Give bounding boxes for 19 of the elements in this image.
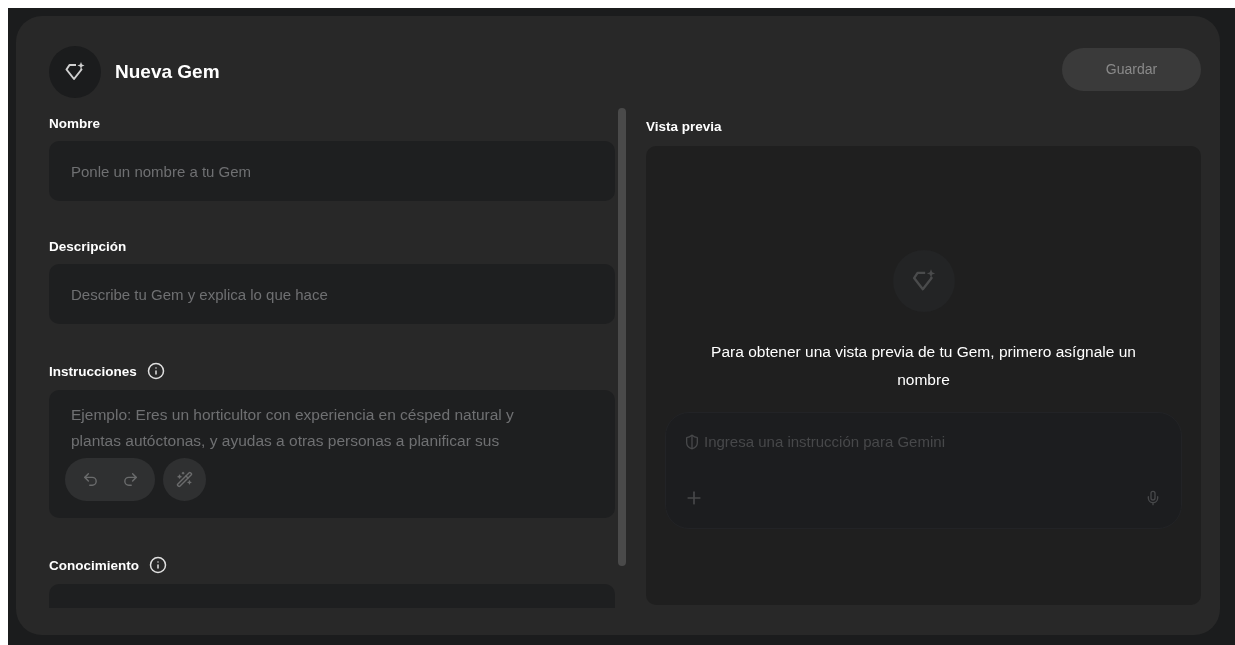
- preview-label: Vista previa: [646, 118, 722, 134]
- magic-wand-button[interactable]: [163, 458, 206, 501]
- info-icon[interactable]: [149, 556, 167, 574]
- instructions-field[interactable]: Ejemplo: Eres un horticultor con experiencia en césped natural y plantas autóctonas, y ayudas a otras personas a planificar sus: [49, 390, 615, 518]
- page-title: Nueva Gem: [115, 61, 220, 83]
- text-field[interactable]: Describe tu Gem y explica lo que hace: [49, 264, 615, 324]
- field-label: Descripción: [49, 239, 127, 254]
- shield-icon: [684, 433, 700, 450]
- preview-message: Para obtener una vista previa de tu Gem, primero asígnale un nombre: [710, 342, 1137, 390]
- microphone-icon[interactable]: [1145, 490, 1161, 506]
- magic-wand-icon: [176, 471, 193, 488]
- text-field[interactable]: Ponle un nombre a tu Gem: [49, 141, 615, 201]
- field-label: Conocimiento: [49, 557, 139, 573]
- redo-icon[interactable]: [121, 471, 139, 488]
- undo-icon[interactable]: [81, 471, 99, 488]
- info-icon[interactable]: [146, 362, 165, 380]
- field-label: Nombre: [49, 116, 100, 131]
- field-label: Instrucciones: [49, 363, 137, 379]
- scrollbar[interactable]: [618, 108, 626, 566]
